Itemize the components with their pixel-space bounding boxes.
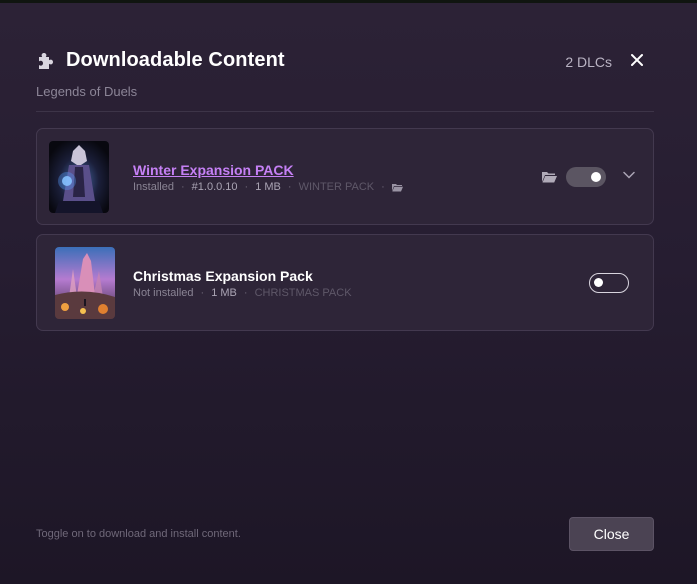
separator: ·	[200, 287, 205, 299]
dlc-enable-toggle[interactable]	[566, 167, 606, 187]
folder-icon[interactable]	[391, 183, 403, 192]
close-icon[interactable]	[628, 51, 646, 69]
game-name: Legends of Duels	[36, 84, 138, 99]
dlc-thumbnail	[55, 247, 115, 319]
dlc-size: 1 MB	[211, 287, 237, 299]
dlc-name: Christmas Expansion Pack	[133, 268, 313, 284]
toggle-knob	[594, 278, 603, 287]
puzzle-icon	[39, 53, 53, 69]
dialog-title: Downloadable Content	[66, 49, 285, 71]
dlc-card: Christmas Expansion Pack Not installed ·…	[36, 234, 654, 331]
separator: ·	[244, 181, 249, 193]
separator: ·	[180, 181, 185, 193]
dlc-tag: CHRISTMAS PACK	[254, 287, 352, 299]
chevron-down-icon[interactable]	[623, 171, 635, 179]
toggle-knob	[591, 172, 601, 182]
separator: ·	[243, 287, 248, 299]
dlc-tag: WINTER PACK	[298, 181, 375, 193]
dlc-card: Winter Expansion PACK Installed · #1.0.0…	[36, 128, 654, 225]
separator: ·	[287, 181, 292, 193]
dlc-meta: Not installed · 1 MB · CHRISTMAS PACK	[133, 287, 352, 299]
dlc-thumbnail	[49, 141, 109, 213]
dialog-header: Downloadable Content 2 DLCs	[36, 47, 655, 77]
install-status: Installed	[133, 181, 174, 193]
divider	[36, 111, 654, 112]
dlc-name-link[interactable]: Winter Expansion PACK	[133, 162, 294, 178]
separator: ·	[381, 181, 385, 193]
footer-hint: Toggle on to download and install conten…	[36, 528, 241, 540]
dlc-version: #1.0.0.10	[191, 181, 238, 193]
open-folder-icon[interactable]	[542, 171, 557, 183]
close-button[interactable]: Close	[569, 517, 654, 551]
dlc-size: 1 MB	[255, 181, 281, 193]
dlc-meta: Installed · #1.0.0.10 · 1 MB · WINTER PA…	[133, 181, 403, 193]
dlc-enable-toggle[interactable]	[589, 273, 629, 293]
install-status: Not installed	[133, 287, 194, 299]
dlc-count: 2 DLCs	[565, 54, 612, 70]
dlc-dialog: Downloadable Content 2 DLCs Legends of D…	[0, 0, 697, 584]
